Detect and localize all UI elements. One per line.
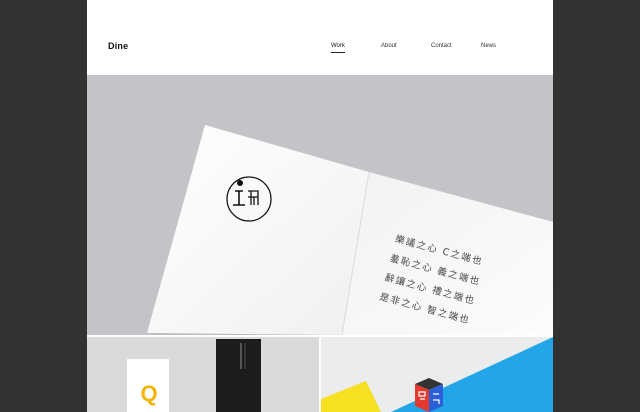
cube-icon [415, 378, 443, 412]
nav-about[interactable]: About [381, 43, 397, 49]
site-logo[interactable]: Dine [108, 41, 128, 51]
nav-work-label: Work [331, 43, 345, 49]
black-card [216, 339, 261, 412]
cube-mockup [321, 337, 553, 412]
yellow-shape [321, 381, 381, 412]
nav-active-underline [331, 52, 345, 53]
hero-project-image[interactable]: 樂議之心 C之端也 羞恥之心 義之端也 辭讓之心 禮之端也 是非之心 智之端也 [87, 75, 553, 335]
cards-mockup: Q [127, 339, 261, 412]
card-letter: Q [140, 381, 157, 406]
nav-news-label: News [481, 43, 497, 49]
nav-news[interactable]: News [481, 43, 496, 49]
page-frame: Dine Work About Contact News 樂議之心 C之端也 羞… [87, 0, 553, 412]
book-mockup: 樂議之心 C之端也 羞恥之心 義之端也 辭讓之心 禮之端也 是非之心 智之端也 [147, 125, 553, 335]
nav-about-label: About [381, 43, 397, 49]
nav-contact[interactable]: Contact [431, 43, 452, 49]
project-tile-cards[interactable]: Q [87, 337, 319, 412]
site-header: Dine Work About Contact News [87, 0, 553, 75]
nav-contact-label: Contact [431, 43, 452, 49]
book-left-page [147, 125, 369, 335]
nav-work[interactable]: Work [331, 43, 345, 53]
project-tile-cube[interactable] [321, 337, 553, 412]
